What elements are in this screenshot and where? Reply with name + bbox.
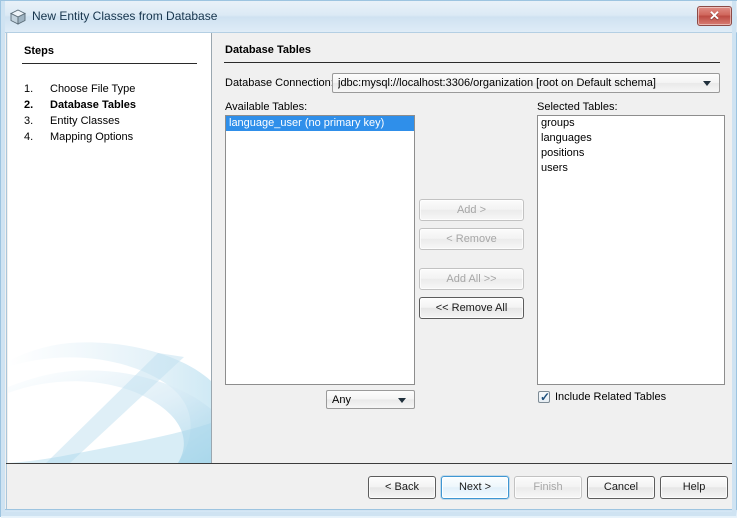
available-tables-list[interactable]: language_user (no primary key) xyxy=(225,115,415,385)
title-bar: New Entity Classes from Database ✕ xyxy=(1,1,737,33)
chevron-down-icon xyxy=(398,397,406,403)
step-number: 4. xyxy=(24,131,34,143)
cancel-button-label: Cancel xyxy=(603,481,639,493)
table-filter-combo[interactable]: Any xyxy=(326,390,415,409)
steps-heading: Steps xyxy=(24,45,54,57)
help-button[interactable]: Help xyxy=(660,476,728,499)
remove-all-button-label: << Remove All xyxy=(435,302,508,314)
panel-divider xyxy=(224,62,720,63)
finish-button[interactable]: Finish xyxy=(514,476,582,499)
list-item[interactable]: languages xyxy=(538,131,724,146)
help-button-label: Help xyxy=(682,481,706,493)
step-label: Entity Classes xyxy=(50,115,120,127)
step-label: Choose File Type xyxy=(50,83,136,95)
table-filter-value: Any xyxy=(332,394,351,406)
step-item-2: 2. Database Tables xyxy=(24,99,204,114)
back-button[interactable]: < Back xyxy=(368,476,436,499)
cube-icon xyxy=(10,9,26,25)
step-number: 2. xyxy=(24,99,34,111)
connection-label: Database Connection: xyxy=(225,77,334,89)
add-button-label: Add > xyxy=(456,204,487,216)
remove-button[interactable]: < Remove xyxy=(419,228,524,250)
selected-tables-list[interactable]: groups languages positions users xyxy=(537,115,725,385)
selected-tables-label: Selected Tables: xyxy=(537,101,618,113)
step-item-3: 3. Entity Classes xyxy=(24,115,204,130)
footer-button-bar: < Back Next > Finish Cancel Help xyxy=(6,464,733,509)
close-icon: ✕ xyxy=(709,8,720,23)
checkbox-box: ✓ xyxy=(538,390,551,404)
database-connection-combo[interactable]: jdbc:mysql://localhost:3306/organization… xyxy=(332,73,720,93)
list-item[interactable]: positions xyxy=(538,146,724,161)
add-all-button-label: Add All >> xyxy=(446,273,497,285)
step-number: 3. xyxy=(24,115,34,127)
dialog-window: New Entity Classes from Database ✕ Steps… xyxy=(0,0,737,518)
add-all-button[interactable]: Add All >> xyxy=(419,268,524,290)
step-label: Database Tables xyxy=(50,99,137,111)
check-icon: ✓ xyxy=(540,390,551,404)
cancel-button[interactable]: Cancel xyxy=(587,476,655,499)
available-tables-label: Available Tables: xyxy=(225,101,308,113)
chevron-down-icon xyxy=(703,81,711,86)
list-item[interactable]: groups xyxy=(538,116,724,131)
add-button[interactable]: Add > xyxy=(419,199,524,221)
remove-all-button[interactable]: << Remove All xyxy=(419,297,524,319)
back-button-label: < Back xyxy=(385,481,419,493)
list-item[interactable]: users xyxy=(538,161,724,176)
next-button-label: Next > xyxy=(458,481,492,493)
panel-heading: Database Tables xyxy=(225,44,312,56)
close-button[interactable]: ✕ xyxy=(697,6,732,26)
steps-panel: Steps 1. Choose File Type 2. Database Ta… xyxy=(8,33,212,463)
remove-button-label: < Remove xyxy=(446,233,497,245)
finish-button-label: Finish xyxy=(533,481,563,493)
next-button[interactable]: Next > xyxy=(441,476,509,499)
list-item[interactable]: language_user (no primary key) xyxy=(226,116,414,131)
window-title: New Entity Classes from Database xyxy=(32,9,218,23)
steps-divider xyxy=(22,63,197,64)
decorative-swirl xyxy=(8,342,211,463)
step-number: 1. xyxy=(24,83,34,95)
step-label: Mapping Options xyxy=(50,131,134,143)
step-item-1: 1. Choose File Type xyxy=(24,83,204,98)
step-item-4: 4. Mapping Options xyxy=(24,131,204,146)
dialog-content: Steps 1. Choose File Type 2. Database Ta… xyxy=(6,33,733,463)
include-related-tables-label: Include Related Tables xyxy=(555,391,667,403)
database-connection-value: jdbc:mysql://localhost:3306/organization… xyxy=(338,77,656,89)
